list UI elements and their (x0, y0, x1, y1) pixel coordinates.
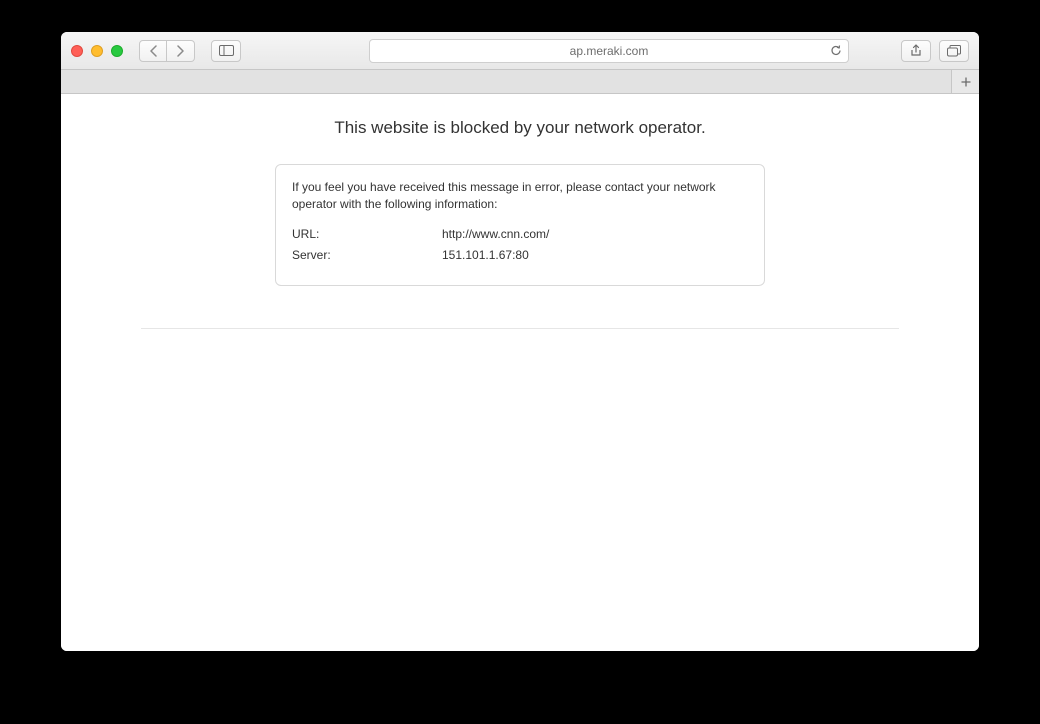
browser-window: ap.meraki.com This website is blocked by… (61, 32, 979, 651)
sidebar-toggle-button[interactable] (211, 40, 241, 62)
share-button[interactable] (901, 40, 931, 62)
address-bar[interactable]: ap.meraki.com (369, 39, 849, 63)
reload-button[interactable] (830, 44, 842, 57)
tabs-icon (947, 45, 961, 57)
address-url-text: ap.meraki.com (570, 44, 649, 58)
traffic-lights (71, 45, 123, 57)
chevron-right-icon (176, 45, 185, 57)
reload-icon (830, 44, 842, 57)
page-content: This website is blocked by your network … (61, 94, 979, 651)
tab-strip (61, 70, 979, 94)
back-button[interactable] (139, 40, 167, 62)
titlebar: ap.meraki.com (61, 32, 979, 70)
forward-button[interactable] (167, 40, 195, 62)
chevron-left-icon (149, 45, 158, 57)
new-tab-button[interactable] (951, 70, 979, 93)
toolbar-right-group (901, 40, 969, 62)
plus-icon (961, 77, 971, 87)
blocked-page: This website is blocked by your network … (61, 94, 979, 329)
info-box: If you feel you have received this messa… (275, 164, 765, 286)
share-icon (910, 44, 922, 58)
server-row: Server: 151.101.1.67:80 (292, 247, 748, 264)
tabs-button[interactable] (939, 40, 969, 62)
zoom-window-button[interactable] (111, 45, 123, 57)
minimize-window-button[interactable] (91, 45, 103, 57)
close-window-button[interactable] (71, 45, 83, 57)
url-value: http://www.cnn.com/ (442, 226, 549, 243)
divider (141, 328, 899, 329)
sidebar-icon (219, 45, 234, 56)
nav-back-forward-group (139, 40, 195, 62)
server-label: Server: (292, 247, 442, 264)
instruction-text: If you feel you have received this messa… (292, 179, 748, 214)
url-row: URL: http://www.cnn.com/ (292, 226, 748, 243)
server-value: 151.101.1.67:80 (442, 247, 529, 264)
url-label: URL: (292, 226, 442, 243)
blocked-heading: This website is blocked by your network … (61, 118, 979, 138)
